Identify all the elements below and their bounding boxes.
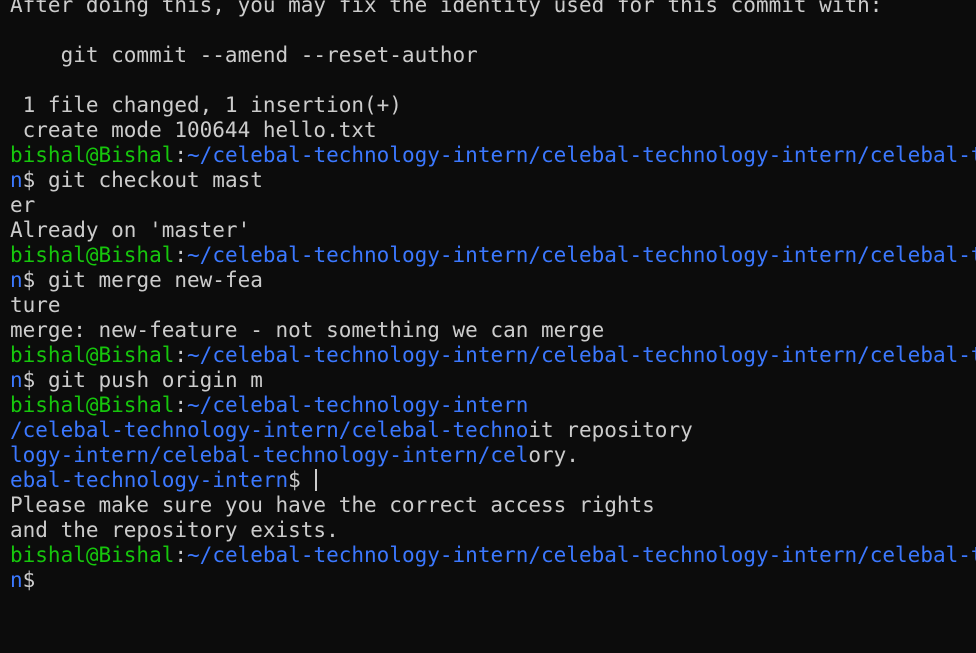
prompt-path: ~/celebal-technology-intern/celebal-tech… — [187, 543, 976, 567]
terminal-line: n$ git push origin m — [10, 368, 976, 393]
terminal-line: merge: new-feature - not something we ca… — [10, 318, 976, 343]
output-text: $ git push origin m — [22, 368, 263, 392]
prompt-path: n — [10, 568, 23, 592]
output-text: After doing this, you may fix the identi… — [10, 0, 883, 17]
prompt-path: ~/celebal-technology-intern/celebal-tech… — [187, 343, 976, 367]
output-text: Please make sure you have the correct ac… — [10, 493, 655, 517]
output-text: git commit --amend --reset-author — [10, 43, 478, 67]
prompt-path: ~/celebal-technology-intern/celebal-tech… — [187, 143, 976, 167]
output-text: : — [174, 393, 188, 417]
output-text: create mode 100644 hello.txt — [10, 118, 377, 142]
text-cursor — [315, 469, 318, 491]
output-text: ory. — [528, 443, 579, 467]
output-text: : — [174, 343, 188, 367]
prompt-path: n — [10, 168, 23, 192]
terminal-line: bishal@Bishal:~/celebal-technology-inter… — [10, 343, 976, 368]
terminal-line: bishal@Bishal:~/celebal-technology-inter… — [10, 393, 976, 418]
terminal-line: logy-intern/celebal-technology-intern/ce… — [10, 443, 976, 468]
terminal-line: bishal@Bishal:~/celebal-technology-inter… — [10, 243, 976, 268]
terminal-line: Already on 'master' — [10, 218, 976, 243]
terminal-line: ebal-technology-intern$ — [10, 468, 976, 493]
output-text: $ — [22, 568, 36, 592]
output-text: : — [174, 143, 188, 167]
prompt-user: bishal@Bishal — [10, 543, 175, 567]
output-text: : — [174, 543, 188, 567]
prompt-user: bishal@Bishal — [10, 243, 175, 267]
prompt-user: bishal@Bishal — [10, 143, 175, 167]
output-text: ture — [10, 293, 61, 317]
output-text: 1 file changed, 1 insertion(+) — [10, 93, 402, 117]
prompt-path: n — [10, 368, 23, 392]
terminal-line: ture — [10, 293, 976, 318]
output-text: Already on 'master' — [10, 218, 251, 242]
terminal-line: bishal@Bishal:~/celebal-technology-inter… — [10, 543, 976, 568]
prompt-path: ~/celebal-technology-intern/celebal-tech… — [187, 243, 976, 267]
prompt-path: ~/celebal-technology-intern — [187, 393, 529, 417]
prompt-path: logy-intern/celebal-technology-intern/ce… — [10, 443, 529, 467]
output-text: it repository — [528, 418, 693, 442]
prompt-user: bishal@Bishal — [10, 343, 175, 367]
terminal-window[interactable]: After doing this, you may fix the identi… — [0, 0, 976, 653]
terminal-line: n$ git checkout mast — [10, 168, 976, 193]
terminal-line: and the repository exists. — [10, 518, 976, 543]
terminal-line: git commit --amend --reset-author — [10, 43, 976, 68]
output-text: $ — [288, 468, 314, 492]
terminal-line: create mode 100644 hello.txt — [10, 118, 976, 143]
terminal-line: 1 file changed, 1 insertion(+) — [10, 93, 976, 118]
prompt-path: n — [10, 268, 23, 292]
output-text: merge: new-feature - not something we ca… — [10, 318, 605, 342]
prompt-path: ebal-technology-intern — [10, 468, 289, 492]
terminal-line: /celebal-technology-intern/celebal-techn… — [10, 418, 976, 443]
prompt-user: bishal@Bishal — [10, 393, 175, 417]
output-text: $ git merge new-fea — [22, 268, 263, 292]
terminal-line: n$ git merge new-fea — [10, 268, 976, 293]
output-text: er — [10, 193, 36, 217]
output-text: : — [174, 243, 188, 267]
output-text: $ git checkout mast — [22, 168, 263, 192]
output-text: and the repository exists. — [10, 518, 339, 542]
terminal-line: n$ — [10, 568, 976, 593]
terminal-line: bishal@Bishal:~/celebal-technology-inter… — [10, 143, 976, 168]
prompt-path: /celebal-technology-intern/celebal-techn… — [10, 418, 529, 442]
terminal-line: After doing this, you may fix the identi… — [10, 0, 976, 18]
terminal-line: er — [10, 193, 976, 218]
terminal-line: Please make sure you have the correct ac… — [10, 493, 976, 518]
